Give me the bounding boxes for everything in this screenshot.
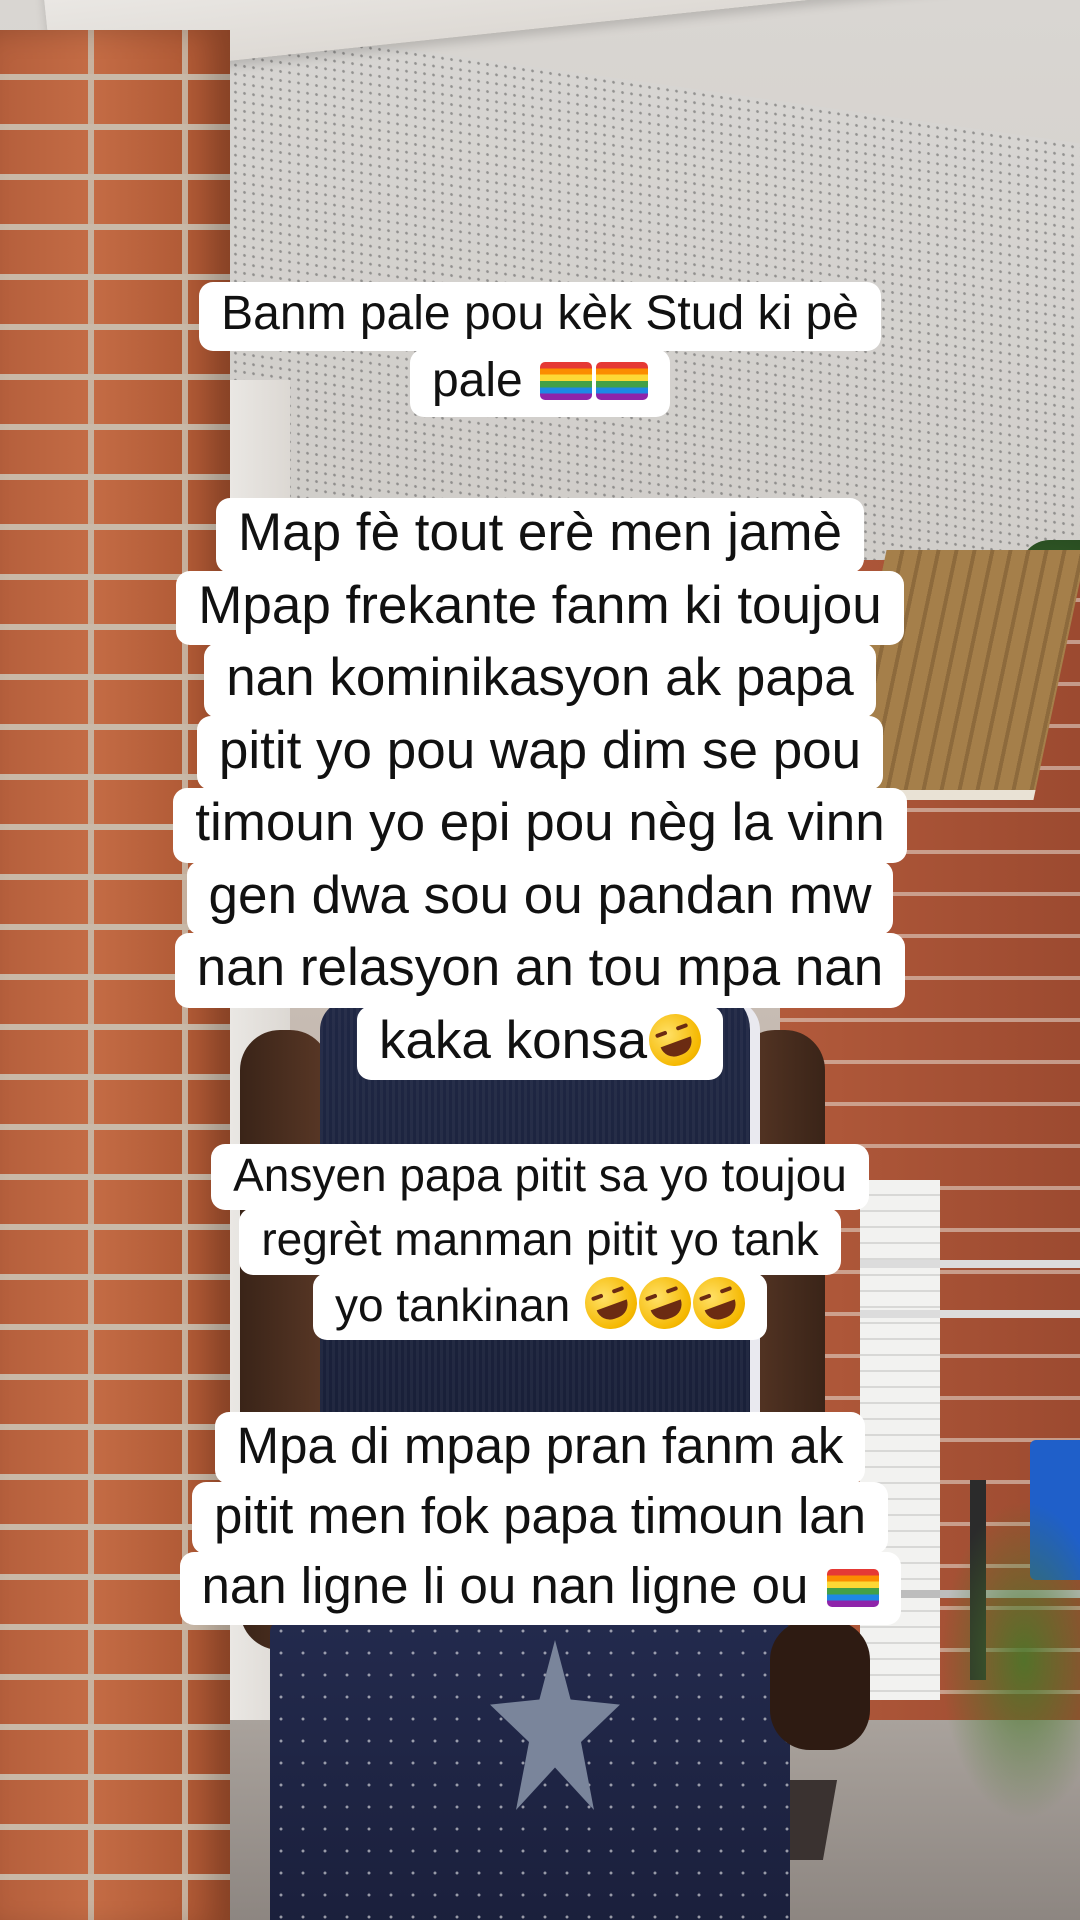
rolling-laughing-icon (577, 1269, 645, 1336)
rolling-laughing-icon (631, 1269, 699, 1336)
caption-line: nan kominikasyon ak papa (204, 643, 876, 718)
caption-line: regrèt manman pitit yo tank (239, 1208, 841, 1275)
caption-line-text: nan ligne li ou nan ligne ou (201, 1557, 809, 1615)
caption-line: Map fè tout erè men jamè (216, 498, 864, 573)
caption-line: pale (409, 348, 671, 418)
caption-line: kaka konsa (356, 1005, 724, 1081)
caption-line: timoun yo epi pou nèg la vinn (173, 788, 907, 863)
caption-1: Banm pale pou kèk Stud ki pè pale (0, 282, 1080, 418)
caption-line-text: yo tankinan (334, 1278, 571, 1331)
rainbow-flag-icon (596, 361, 649, 400)
caption-line: yo tankinan (312, 1269, 768, 1340)
caption-line: pitit yo pou wap dim se pou (196, 715, 884, 791)
caption-2: Map fè tout erè men jamè Mpap frekante f… (0, 498, 1080, 1081)
caption-line: Banm pale pou kèk Stud ki pè (199, 282, 881, 351)
person-hand (770, 1620, 870, 1750)
rainbow-flag-icon (540, 361, 593, 400)
caption-line: gen dwa sou ou pandan mw (186, 860, 894, 936)
caption-line: nan relasyon an tou mpa nan (174, 933, 906, 1008)
caption-line: Mpap frekante fanm ki toujou (176, 570, 904, 646)
video-frame: Banm pale pou kèk Stud ki pè pale Map fè… (0, 0, 1080, 1920)
caption-3: Ansyen papa pitit sa yo toujou regrèt ma… (0, 1144, 1080, 1340)
caption-line: nan ligne li ou nan ligne ou (179, 1552, 901, 1625)
caption-line: Mpa di mpap pran fanm ak (214, 1412, 866, 1485)
caption-4: Mpa di mpap pran fanm ak pitit men fok p… (0, 1412, 1080, 1625)
caption-line: Ansyen papa pitit sa yo toujou (211, 1144, 869, 1211)
caption-line-text: kaka konsa (378, 1010, 648, 1070)
caption-line-text: pale (431, 353, 523, 407)
caption-line: pitit men fok papa timoun lan (191, 1482, 889, 1555)
rainbow-flag-icon (826, 1569, 879, 1608)
rolling-laughing-icon (641, 1006, 709, 1074)
rolling-laughing-icon (685, 1269, 753, 1336)
